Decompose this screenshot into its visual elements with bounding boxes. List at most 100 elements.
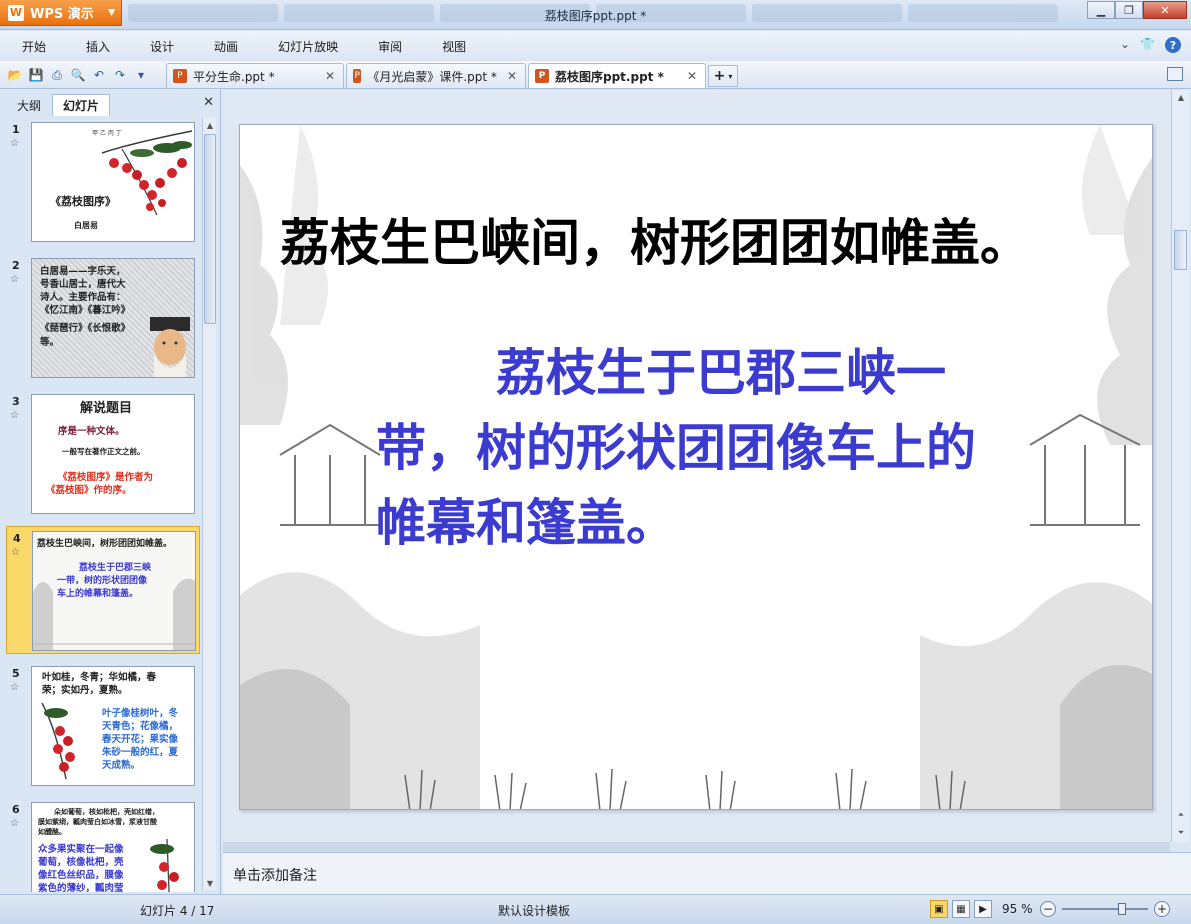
scroll-up-icon[interactable]: ▲ (203, 118, 217, 132)
menu-animation[interactable]: 动画 (192, 38, 256, 55)
menu-view[interactable]: 视图 (420, 38, 484, 55)
print-preview-icon[interactable]: 🔍 (69, 66, 87, 84)
print-icon[interactable]: ⎙ (48, 66, 66, 84)
thumb-line: 《琵琶行》《长恨歌》 (40, 323, 131, 334)
animation-star-icon: ☆ (10, 274, 19, 285)
zoom-knob[interactable] (1118, 903, 1127, 915)
thumb-line: 天青色；花像橘， (102, 721, 179, 732)
thumb-line: 等。 (40, 337, 60, 348)
slide-thumbnail-1[interactable]: 1 ☆ 甲 乙 丙 丁 《荔枝图序》 白居易 (6, 118, 200, 246)
menu-design[interactable]: 设计 (128, 38, 192, 55)
ppt-file-icon: P (353, 69, 362, 83)
thumb-line: 叶子像桂树叶，冬 (102, 708, 179, 719)
save-icon[interactable]: 💾 (27, 66, 45, 84)
thumb-line: 朱砂一般的红，夏 (102, 747, 179, 758)
thumb-line: 荔枝生于巴郡三峡 (79, 563, 152, 573)
thumb-line: 《荔枝图序》是作者为 (58, 472, 154, 483)
slide-sorter-view-icon[interactable]: ▦ (952, 900, 970, 918)
doc-tab-label: 荔枝图序ppt.ppt * (555, 69, 664, 84)
doc-tab[interactable]: P 《月光启蒙》课件.ppt * ✕ (346, 63, 526, 88)
close-window-button[interactable]: ✕ (1143, 1, 1187, 19)
ppt-file-icon: P (535, 69, 549, 83)
help-icon[interactable]: ? (1165, 37, 1181, 53)
view-switcher: ▣ ▦ ▶ (930, 900, 992, 918)
thumb-line: 叶如桂，冬青；华如橘，春 (42, 672, 157, 683)
menu-home[interactable]: 开始 (0, 38, 64, 55)
lychee-branch-icon (150, 838, 179, 892)
menu-insert[interactable]: 插入 (64, 38, 128, 55)
close-icon[interactable]: ✕ (203, 95, 214, 110)
open-icon[interactable]: 📂 (6, 66, 24, 84)
slide-scrollbar[interactable]: ▲ ⏶ ⏷ (1171, 90, 1189, 842)
thumb-line: 天成熟。 (102, 760, 141, 771)
slide-thumbnail-2[interactable]: 2 ☆ 白居易——字乐天， 号香山居士，唐代大 诗人。主要作品有： 《忆江南》《… (6, 254, 200, 382)
customize-icon[interactable]: ▾ (132, 66, 150, 84)
ppt-file-icon: P (173, 69, 187, 83)
slide-thumbnail-6[interactable]: 6 ☆ 朵如葡萄，核如枇杷，壳如红缯， 膜如紫绡，瓤肉莹白如冰雪，浆液甘酸 如醴… (6, 798, 200, 892)
svg-text:甲 乙 丙 丁: 甲 乙 丙 丁 (92, 130, 122, 137)
thumb-line: 众多果实聚在一起像 (38, 844, 124, 855)
lychee-branch-icon (41, 702, 75, 780)
minimize-button[interactable]: ▁ (1087, 1, 1115, 19)
previous-slide-icon[interactable]: ⏶ (1174, 808, 1188, 822)
thumbnails-scrollbar[interactable]: ▲ ▼ (202, 118, 216, 890)
close-icon[interactable]: ✕ (325, 69, 335, 83)
animation-star-icon: ☆ (10, 682, 19, 693)
slide-number: 4 (13, 532, 21, 545)
thumb-title: 《荔枝图序》 (50, 195, 116, 208)
thumb-line: 《忆江南》《暮江吟》 (40, 305, 131, 316)
animation-star-icon: ☆ (11, 547, 20, 558)
main-editor: 荔枝生巴峡间，树形团团如帷盖。 荔枝生于巴郡三峡一带，树的形状团团像车上的帷幕和… (223, 90, 1191, 894)
new-tab-button[interactable]: + ▾ (708, 65, 738, 87)
thumb-line: 膜如紫绡，瓤肉莹白如冰雪，浆液甘酸 (38, 818, 157, 826)
thumb-line: 像红色丝织品，膜像 (38, 870, 124, 881)
thumb-line: 车上的帷幕和篷盖。 (57, 589, 139, 599)
slide-number: 3 (12, 395, 20, 408)
current-slide[interactable]: 荔枝生巴峡间，树形团团如帷盖。 荔枝生于巴郡三峡一带，树的形状团团像车上的帷幕和… (239, 124, 1153, 810)
slide-thumbnail-4[interactable]: 4 ☆ 荔枝生巴峡间，树形团团如帷盖。 荔枝生于巴郡三峡 一带，树的形状团团像 … (6, 526, 200, 654)
slideshow-view-icon[interactable]: ▶ (974, 900, 992, 918)
undo-icon[interactable]: ↶ (90, 66, 108, 84)
slide-thumbnail-3[interactable]: 3 ☆ 解说题目 序是一种文体。 一般写在著作正文之前。 《荔枝图序》是作者为 … (6, 390, 200, 518)
doc-tab[interactable]: P 平分生命.ppt * ✕ (166, 63, 344, 88)
slides-pane: 大纲 幻灯片 ✕ 1 ☆ 甲 乙 丙 丁 《荔枝图序》 白居易 2 ☆ 白居易—… (0, 90, 221, 894)
slide-body-text[interactable]: 荔枝生于巴郡三峡一带，树的形状团团像车上的帷幕和篷盖。 (376, 335, 996, 560)
next-slide-icon[interactable]: ⏷ (1174, 826, 1188, 840)
skin-icon[interactable]: 👕 (1140, 37, 1155, 53)
thumb-line: 如醴酪。 (38, 828, 66, 836)
redo-icon[interactable]: ↷ (111, 66, 129, 84)
animation-star-icon: ☆ (10, 410, 19, 421)
close-icon[interactable]: ✕ (687, 69, 697, 83)
thumb-line: 荣；实如丹，夏熟。 (42, 685, 128, 696)
menu-review[interactable]: 审阅 (356, 38, 420, 55)
scrollbar-thumb[interactable] (1174, 230, 1187, 270)
normal-view-icon[interactable]: ▣ (930, 900, 948, 918)
zoom-in-button[interactable]: + (1154, 901, 1170, 917)
zoom-track[interactable] (1062, 908, 1148, 910)
tab-outline[interactable]: 大纲 (6, 94, 52, 116)
window-layout-icon[interactable] (1167, 67, 1183, 81)
zoom-slider[interactable]: − + (1040, 901, 1170, 919)
scroll-down-icon[interactable]: ▼ (203, 876, 217, 890)
notes-pane[interactable]: 单击添加备注 (223, 852, 1191, 894)
doc-tab-active[interactable]: P 荔枝图序ppt.ppt * ✕ (528, 63, 706, 88)
tab-slides[interactable]: 幻灯片 (52, 94, 111, 116)
slide-number: 5 (12, 667, 20, 680)
slide-thumbnail-5[interactable]: 5 ☆ 叶如桂，冬青；华如橘，春 荣；实如丹，夏熟。 叶子像桂树叶，冬 天青色；… (6, 662, 200, 790)
collapse-ribbon-icon[interactable]: ⌄ (1120, 37, 1130, 53)
scrollbar-thumb[interactable] (204, 134, 216, 324)
animation-star-icon: ☆ (10, 138, 19, 149)
slide-title[interactable]: 荔枝生巴峡间，树形团团如帷盖。 (280, 203, 1030, 275)
notes-placeholder: 单击添加备注 (233, 868, 317, 884)
thumb-line: 号香山居士，唐代大 (40, 279, 126, 290)
animation-star-icon: ☆ (10, 818, 19, 829)
close-icon[interactable]: ✕ (507, 69, 517, 83)
menu-slideshow[interactable]: 幻灯片放映 (256, 38, 356, 55)
scroll-up-icon[interactable]: ▲ (1174, 90, 1188, 104)
maximize-button[interactable]: ❐ (1115, 1, 1143, 19)
zoom-out-button[interactable]: − (1040, 901, 1056, 917)
horizontal-scrollbar[interactable] (223, 842, 1170, 852)
design-template-name[interactable]: 默认设计模板 (498, 902, 570, 919)
thumb-line: 一带，树的形状团团像 (57, 576, 148, 586)
poet-portrait-icon (150, 317, 190, 377)
